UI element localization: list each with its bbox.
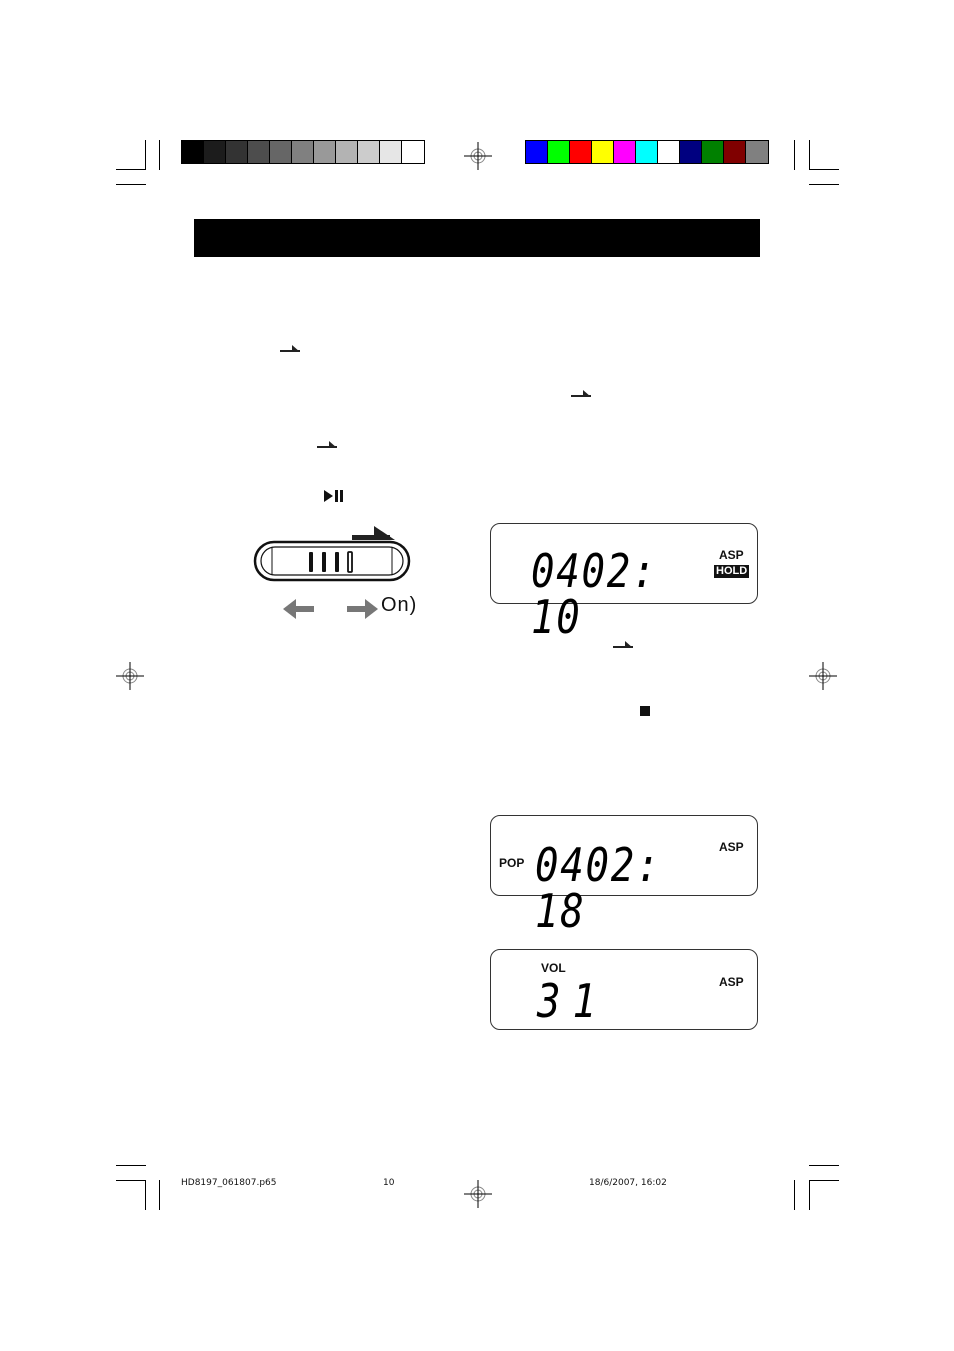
grayscale-swatch (336, 141, 358, 163)
slide-right-arrow-icon (571, 390, 591, 397)
registration-mark-top (464, 142, 492, 170)
slide-right-arrow-icon (280, 345, 300, 352)
pop-indicator: POP (499, 856, 525, 870)
color-swatch (746, 141, 768, 163)
color-swatch (658, 141, 680, 163)
crop-mark-top-right-v2 (809, 140, 810, 170)
color-swatch (570, 141, 592, 163)
lcd-volume-value: 31 (537, 974, 608, 1028)
color-swatch (614, 141, 636, 163)
footer-datetime: 18/6/2007, 16:02 (589, 1178, 667, 1188)
lcd-display-pop: POP 0402: 18 ASP (490, 815, 758, 934)
crop-mark-top-left-h1 (116, 169, 146, 170)
gray-left-arrow-icon (283, 599, 314, 619)
lcd-digits: 0402: 18 (535, 838, 662, 938)
asp-indicator: ASP (719, 840, 744, 854)
stop-icon (640, 706, 650, 716)
crop-mark-bottom-left-v2 (159, 1180, 160, 1210)
color-swatch (526, 141, 548, 163)
grayscale-swatch (292, 141, 314, 163)
crop-mark-bottom-right-v1 (794, 1180, 795, 1210)
grayscale-swatch (226, 141, 248, 163)
lcd-display-volume: VOL 31 ASP (490, 949, 758, 1030)
crop-mark-top-right-v1 (794, 140, 795, 170)
grayscale-swatch (270, 141, 292, 163)
grayscale-swatch (204, 141, 226, 163)
crop-mark-bottom-left-v1 (145, 1180, 146, 1210)
crop-mark-top-right-h2 (809, 184, 839, 185)
grayscale-calibration-bar (181, 140, 425, 164)
color-swatch (702, 141, 724, 163)
crop-mark-top-right-h1 (809, 169, 839, 170)
crop-mark-bottom-right-v2 (809, 1180, 810, 1210)
crop-mark-bottom-right-h2 (809, 1180, 839, 1181)
footer-filename: HD8197_061807.p65 (181, 1178, 277, 1188)
color-swatch (724, 141, 746, 163)
hold-indicator: HOLD (714, 565, 750, 578)
asp-indicator: ASP (719, 548, 744, 562)
crop-mark-bottom-left-h2 (116, 1180, 146, 1181)
grayscale-swatch (314, 141, 336, 163)
color-swatch (592, 141, 614, 163)
registration-mark-bottom (464, 1180, 492, 1208)
hold-switch-on-label: On) (381, 594, 418, 616)
lcd-digits: 0402: 10 (531, 544, 658, 644)
registration-mark-left (116, 662, 144, 690)
grayscale-swatch (248, 141, 270, 163)
grayscale-swatch (402, 141, 424, 163)
slide-right-arrow-icon (613, 641, 633, 648)
crop-mark-top-left-v1 (145, 140, 146, 170)
color-swatch (636, 141, 658, 163)
color-calibration-bar (525, 140, 769, 164)
vol-label: VOL (541, 961, 566, 975)
section-header-bar (194, 219, 760, 257)
crop-mark-bottom-right-h1 (809, 1165, 839, 1166)
color-swatch (548, 141, 570, 163)
crop-mark-bottom-left-h1 (116, 1165, 146, 1166)
color-swatch (680, 141, 702, 163)
gray-right-arrow-icon (347, 599, 378, 619)
crop-mark-top-left-h2 (116, 184, 146, 185)
slide-right-arrow-icon (317, 441, 337, 448)
crop-mark-top-left-v2 (159, 140, 160, 170)
lcd-display-hold: 0402: 10 ASP HOLD (490, 523, 758, 640)
play-pause-icon (324, 490, 343, 502)
asp-indicator: ASP (719, 975, 744, 989)
registration-mark-right (809, 662, 837, 690)
grayscale-swatch (358, 141, 380, 163)
grayscale-swatch (182, 141, 204, 163)
grayscale-swatch (380, 141, 402, 163)
footer-page-number: 10 (383, 1178, 395, 1188)
